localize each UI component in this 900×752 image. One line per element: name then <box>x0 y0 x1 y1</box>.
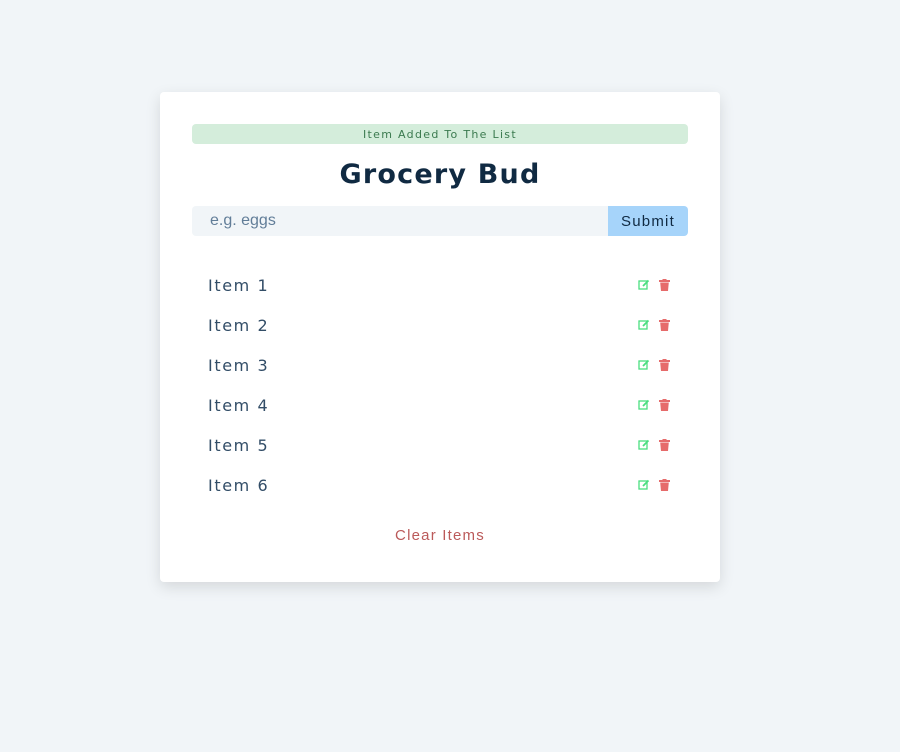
list-item: Item 3 <box>192 345 688 385</box>
trash-icon[interactable] <box>658 279 670 291</box>
trash-icon[interactable] <box>658 319 670 331</box>
trash-icon[interactable] <box>658 439 670 451</box>
edit-icon[interactable] <box>638 279 650 291</box>
item-label: Item 2 <box>208 315 270 335</box>
item-label: Item 3 <box>208 355 270 375</box>
trash-icon[interactable] <box>658 399 670 411</box>
page-title: Grocery Bud <box>339 159 541 190</box>
grocery-list: Item 1 Item 2 Item 3 Item 4 Item 5 Item … <box>192 265 688 505</box>
item-label: Item 4 <box>208 395 270 415</box>
grocery-card: Item Added To The List Grocery Bud Submi… <box>160 92 720 582</box>
item-actions <box>638 359 670 371</box>
trash-icon[interactable] <box>658 359 670 371</box>
item-actions <box>638 439 670 451</box>
item-actions <box>638 399 670 411</box>
edit-icon[interactable] <box>638 439 650 451</box>
success-alert: Item Added To The List <box>192 124 688 144</box>
item-actions <box>638 319 670 331</box>
edit-icon[interactable] <box>638 399 650 411</box>
clear-items-button[interactable]: Clear Items <box>395 527 485 544</box>
list-item: Item 4 <box>192 385 688 425</box>
item-actions <box>638 479 670 491</box>
edit-icon[interactable] <box>638 359 650 371</box>
edit-icon[interactable] <box>638 319 650 331</box>
edit-icon[interactable] <box>638 479 650 491</box>
list-item: Item 5 <box>192 425 688 465</box>
item-label: Item 6 <box>208 475 270 495</box>
item-actions <box>638 279 670 291</box>
list-item: Item 1 <box>192 265 688 305</box>
alert-text: Item Added To The List <box>363 127 517 141</box>
item-label: Item 5 <box>208 435 270 455</box>
item-input[interactable] <box>192 206 608 236</box>
item-label: Item 1 <box>208 275 270 295</box>
list-item: Item 2 <box>192 305 688 345</box>
list-item: Item 6 <box>192 465 688 505</box>
trash-icon[interactable] <box>658 479 670 491</box>
submit-button[interactable]: Submit <box>608 206 688 236</box>
grocery-form: Submit <box>192 206 688 236</box>
